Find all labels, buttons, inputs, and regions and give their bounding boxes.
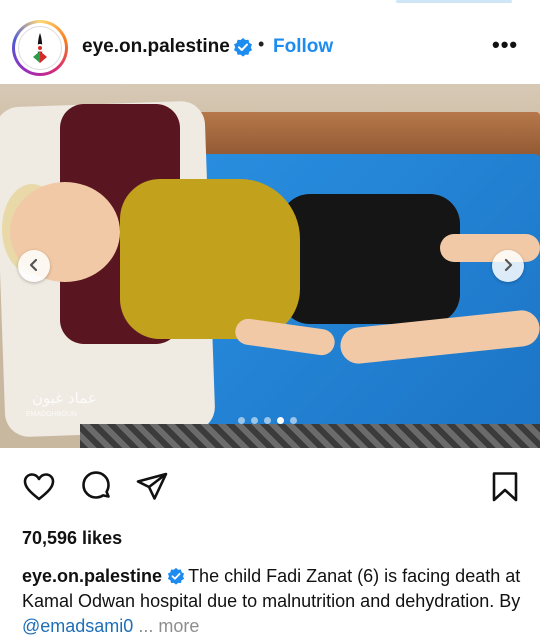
caption-ellipsis: ... xyxy=(133,616,159,636)
post-photo[interactable]: عماد غبون EMADGHBOUN xyxy=(0,84,540,448)
post-header: eye.on.palestine • Follow ••• xyxy=(0,6,540,84)
action-bar xyxy=(0,470,540,510)
photo-shirt xyxy=(120,179,300,339)
avatar-inner xyxy=(15,23,65,73)
caption-username[interactable]: eye.on.palestine xyxy=(22,566,162,586)
caption-more-link[interactable]: more xyxy=(158,616,199,636)
carousel-next-button[interactable] xyxy=(492,250,524,282)
like-count[interactable]: 70,596 likes xyxy=(22,528,122,549)
top-indicator xyxy=(396,0,512,3)
verified-badge-icon xyxy=(167,567,185,585)
comment-icon[interactable] xyxy=(79,470,113,509)
avatar[interactable] xyxy=(12,20,68,76)
photo-bed-base xyxy=(80,424,540,448)
carousel-dot xyxy=(251,417,258,424)
chevron-left-icon xyxy=(27,256,41,277)
photo-pants xyxy=(280,194,460,324)
more-options-icon[interactable]: ••• xyxy=(492,32,518,58)
photo-leg xyxy=(440,234,540,262)
carousel-dot xyxy=(277,417,284,424)
carousel-dot xyxy=(238,417,245,424)
photo-watermark: عماد غبون xyxy=(32,389,97,407)
bookmark-icon[interactable] xyxy=(488,470,522,509)
post-username[interactable]: eye.on.palestine xyxy=(82,36,230,58)
eye-logo-icon xyxy=(18,26,62,70)
caption-mention-link[interactable]: @emadsami0 xyxy=(22,616,133,636)
separator-dot: • xyxy=(258,34,265,54)
carousel-prev-button[interactable] xyxy=(18,250,50,282)
verified-badge-icon xyxy=(233,37,253,57)
photo-watermark-sub: EMADGHBOUN xyxy=(26,411,77,418)
carousel-dot xyxy=(290,417,297,424)
follow-button[interactable]: Follow xyxy=(273,36,333,58)
send-icon[interactable] xyxy=(135,470,169,509)
chevron-right-icon xyxy=(501,256,515,277)
heart-icon[interactable] xyxy=(22,470,56,509)
carousel-dot xyxy=(264,417,271,424)
post-caption: eye.on.palestine The child Fadi Zanat (6)… xyxy=(22,564,522,639)
carousel-indicator xyxy=(238,417,297,424)
